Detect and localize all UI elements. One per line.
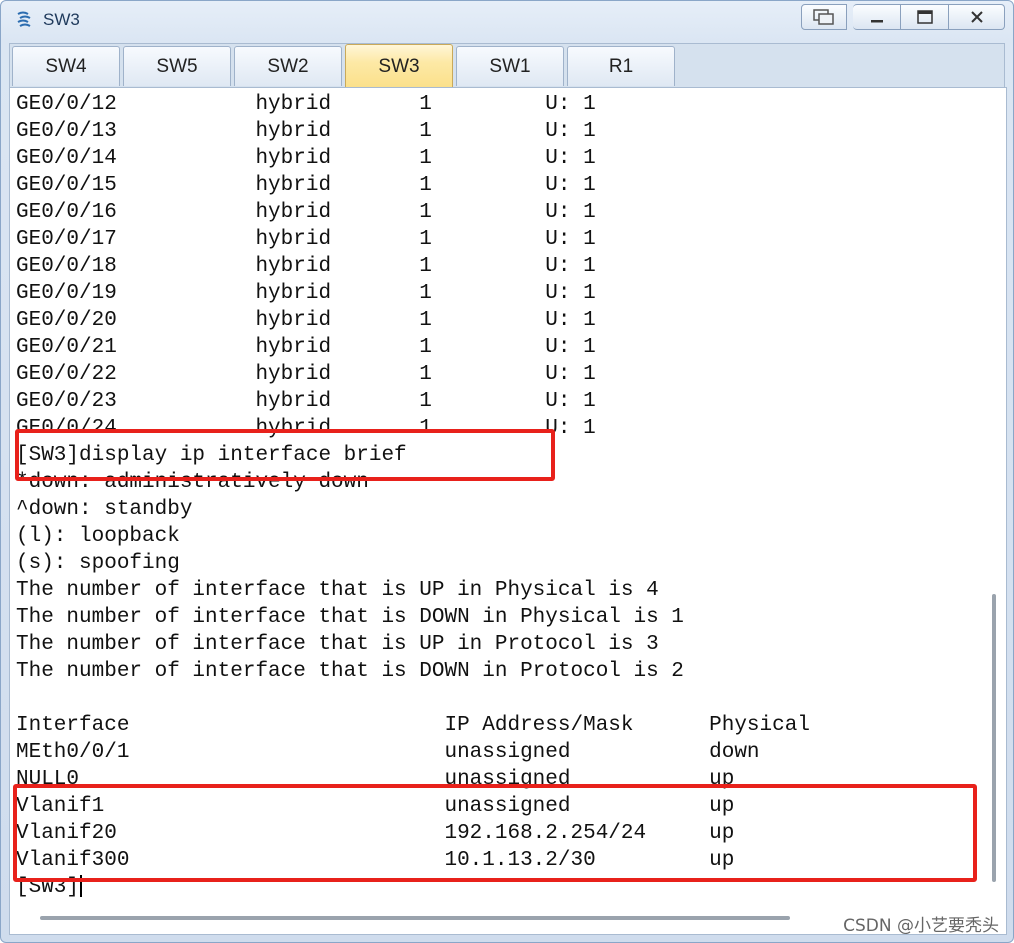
terminal-output[interactable]: GE0/0/12 hybrid 1 U: 1 GE0/0/13 hybrid 1… [9, 87, 1007, 935]
tab-sw4[interactable]: SW4 [12, 46, 120, 86]
terminal-line: GE0/0/13 hybrid 1 U: 1 [16, 120, 596, 143]
terminal-line: GE0/0/12 hybrid 1 U: 1 [16, 93, 596, 116]
terminal-line: GE0/0/19 hybrid 1 U: 1 [16, 282, 596, 305]
tab-r1[interactable]: R1 [567, 46, 675, 86]
minimize-button[interactable] [853, 4, 901, 30]
interface-row: MEth0/0/1 unassigned down [16, 741, 760, 764]
vlanif-highlight-box [13, 784, 977, 882]
tab-sw3[interactable]: SW3 [345, 44, 453, 88]
table-header-line: Interface IP Address/Mask Physical [16, 714, 810, 737]
close-icon [970, 11, 983, 23]
maximize-button[interactable] [901, 4, 949, 30]
tab-sw2[interactable]: SW2 [234, 46, 342, 86]
terminal-lines: GE0/0/12 hybrid 1 U: 1 GE0/0/13 hybrid 1… [16, 91, 810, 901]
terminal-line: (s): spoofing [16, 552, 180, 575]
terminal-line: The number of interface that is UP in Pr… [16, 633, 659, 656]
vertical-scrollbar[interactable] [992, 594, 996, 882]
tab-sw1[interactable]: SW1 [456, 46, 564, 86]
close-button[interactable] [949, 4, 1005, 30]
command-highlight-box [15, 429, 555, 481]
terminal-line: GE0/0/16 hybrid 1 U: 1 [16, 201, 596, 224]
terminal-line: ^down: standby [16, 498, 193, 521]
watermark: CSDN @小艺要秃头 [843, 916, 999, 936]
terminal-line: GE0/0/23 hybrid 1 U: 1 [16, 390, 596, 413]
horizontal-scrollbar[interactable] [40, 916, 790, 920]
terminal-line: GE0/0/14 hybrid 1 U: 1 [16, 147, 596, 170]
title-bar[interactable]: SW3 [1, 1, 1013, 39]
terminal-line: GE0/0/22 hybrid 1 U: 1 [16, 363, 596, 386]
terminal-line: The number of interface that is DOWN in … [16, 660, 684, 683]
terminal-window: SW3 SW4 SW5 SW2 SW3 SW1 R1 GE0/0/12 hybr… [0, 0, 1014, 943]
terminal-line: The number of interface that is DOWN in … [16, 606, 684, 629]
network-device-icon [15, 10, 35, 30]
terminal-line: (l): loopback [16, 525, 180, 548]
terminal-line: GE0/0/21 hybrid 1 U: 1 [16, 336, 596, 359]
minimize-icon [870, 20, 883, 23]
terminal-line: The number of interface that is UP in Ph… [16, 579, 659, 602]
restore-icon [813, 9, 834, 25]
window-controls [801, 4, 1005, 32]
maximize-icon [916, 10, 933, 24]
terminal-line: GE0/0/20 hybrid 1 U: 1 [16, 309, 596, 332]
tab-sw5[interactable]: SW5 [123, 46, 231, 86]
restore-button[interactable] [801, 4, 847, 30]
window-title: SW3 [43, 10, 80, 29]
terminal-line: GE0/0/15 hybrid 1 U: 1 [16, 174, 596, 197]
terminal-line: GE0/0/17 hybrid 1 U: 1 [16, 228, 596, 251]
device-tab-bar: SW4 SW5 SW2 SW3 SW1 R1 [9, 43, 1005, 88]
terminal-line: GE0/0/18 hybrid 1 U: 1 [16, 255, 596, 278]
